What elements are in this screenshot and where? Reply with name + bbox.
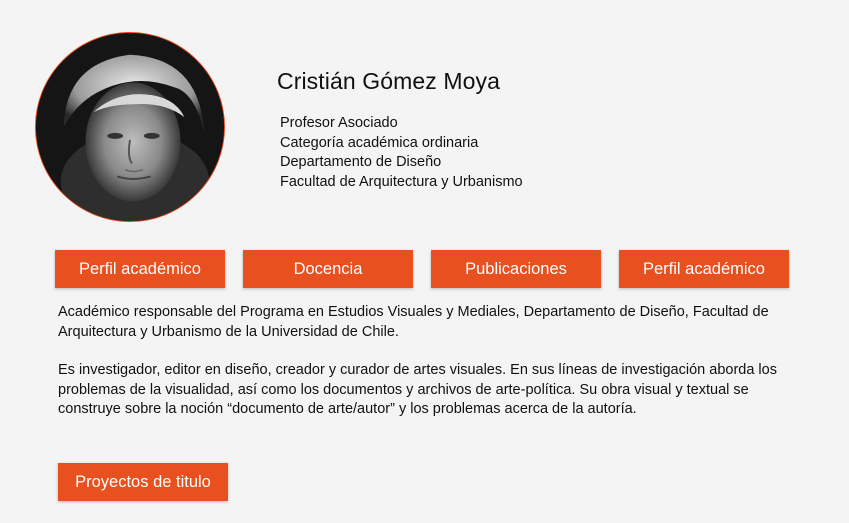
bio-section: Académico responsable del Programa en Es… [58,303,798,439]
bio-paragraph: Es investigador, editor en diseño, cread… [58,362,777,417]
profile-faculty: Facultad de Arquitectura y Urbanismo [280,173,523,190]
thesis-projects-button[interactable]: Proyectos de titulo [58,463,228,501]
profile-photo [35,32,225,222]
profile-details: Profesor Asociado Categoría académica or… [280,114,523,192]
publications-button[interactable]: Publicaciones [431,250,601,288]
academic-profile-button-secondary[interactable]: Perfil académico [619,250,789,288]
academic-profile-button[interactable]: Perfil académico [55,250,225,288]
bio-paragraph: Académico responsable del Programa en Es… [58,304,769,340]
teaching-button[interactable]: Docencia [243,250,413,288]
profile-position: Profesor Asociado [280,115,398,131]
profile-category: Categoría académica ordinaria [280,134,479,151]
profile-department: Departamento de Diseño [280,154,442,170]
profile-name: Cristián Gómez Moya [277,68,501,94]
